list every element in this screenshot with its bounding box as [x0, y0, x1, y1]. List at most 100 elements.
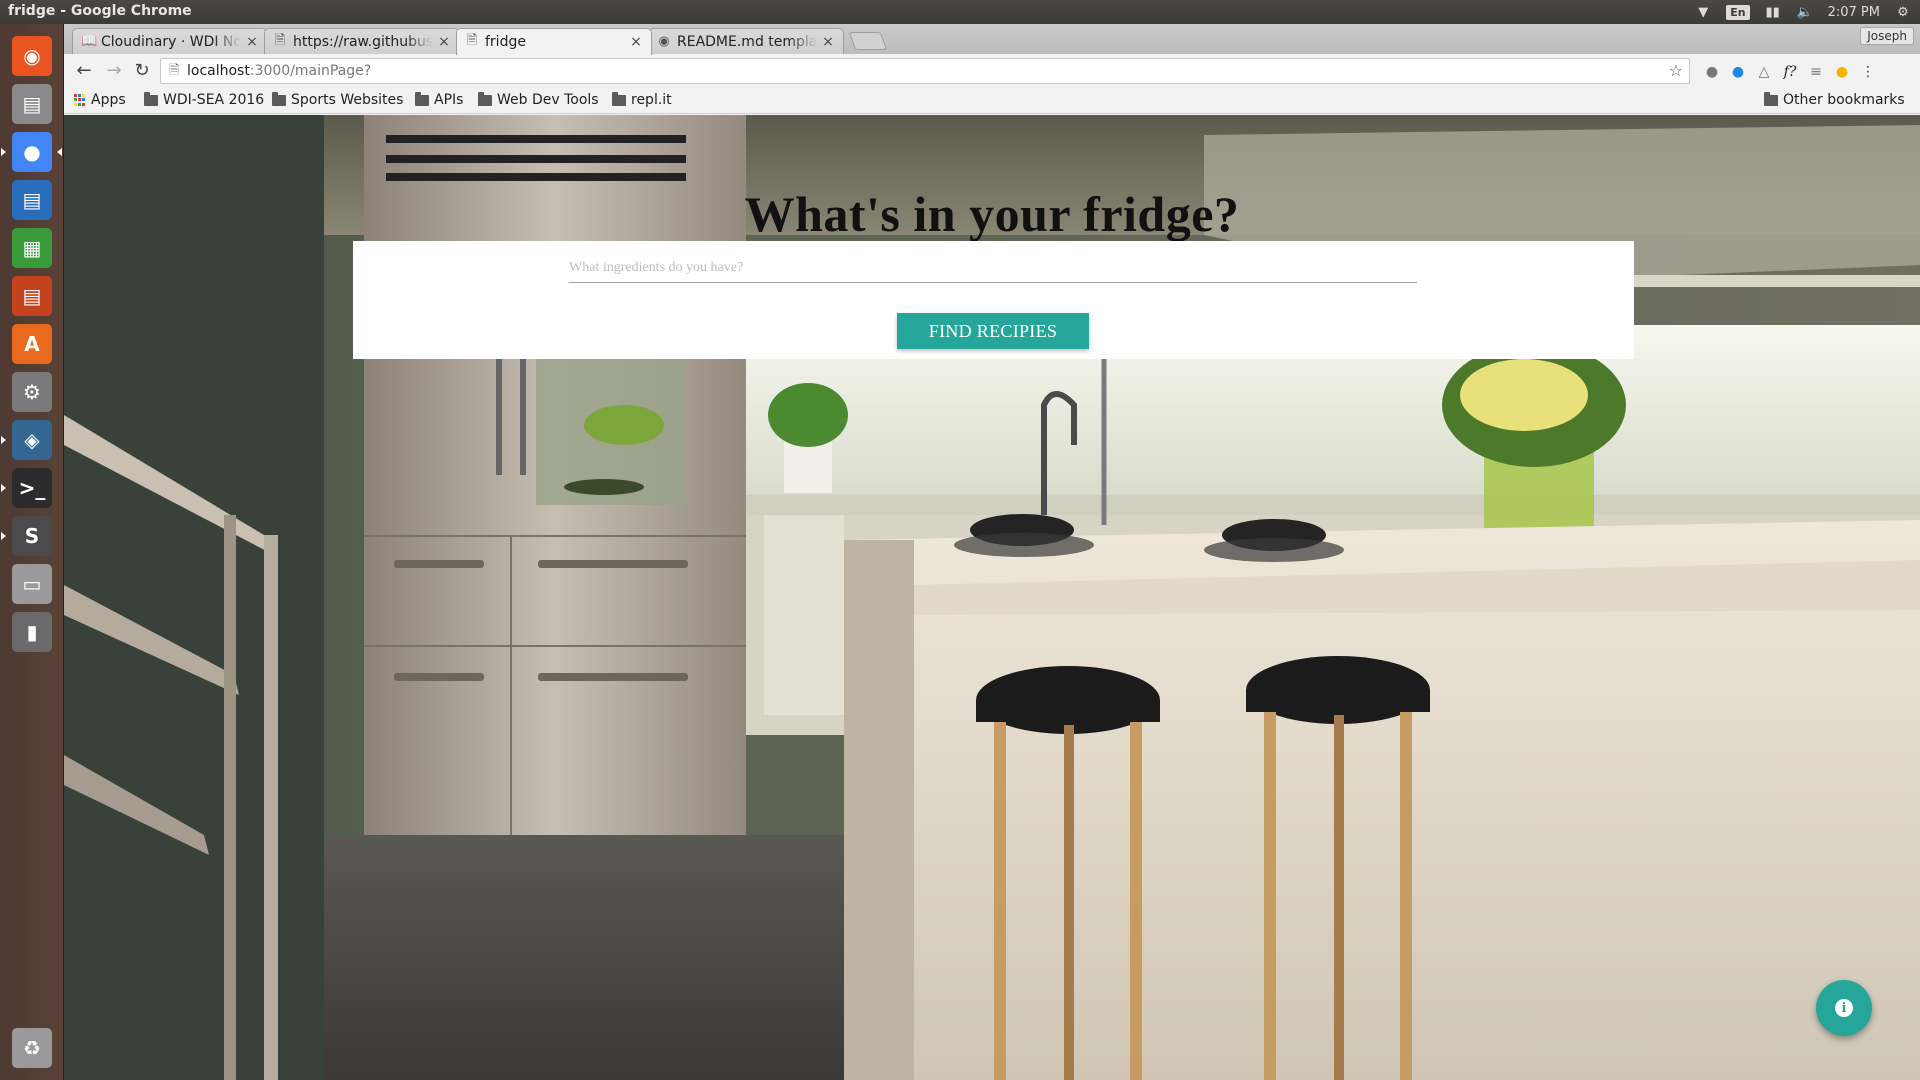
- system-settings-icon[interactable]: ⚙: [8, 368, 56, 416]
- chrome-glyph: ●: [12, 132, 52, 172]
- ingredients-search-input[interactable]: [569, 253, 1417, 283]
- tab-label: Cloudinary · WDI Notes: [101, 33, 241, 50]
- info-icon: i: [1835, 999, 1853, 1017]
- sublime-text-icon[interactable]: S: [1, 512, 56, 560]
- bookmark-star-icon[interactable]: ☆: [1669, 59, 1683, 83]
- bookmark-label: Sports Websites: [291, 92, 404, 108]
- other-bookmarks[interactable]: Other bookmarks: [1764, 91, 1905, 108]
- menu-icon[interactable]: ⋮: [1858, 62, 1878, 82]
- calc-icon[interactable]: ▦: [8, 224, 56, 272]
- tab-readme[interactable]: ◉ README.md template ×: [648, 28, 844, 54]
- page-icon: 🗎: [466, 33, 478, 48]
- impress-glyph: ▤: [12, 276, 52, 316]
- folder-icon: [415, 91, 429, 106]
- impress-icon[interactable]: ▤: [8, 272, 56, 320]
- browser-toolbar: ← → ↻ 🗎 localhost:3000/mainPage? ☆ ● ● △…: [64, 54, 1920, 88]
- keyboard-language-indicator[interactable]: En: [1726, 4, 1750, 20]
- writer-icon[interactable]: ▤: [8, 176, 56, 224]
- writer-glyph: ▤: [12, 180, 52, 220]
- extension-icon[interactable]: ≡: [1806, 62, 1826, 82]
- bookmark-wdi-sea[interactable]: WDI-SEA 2016: [144, 91, 265, 108]
- folder-icon: [144, 91, 158, 106]
- bookmark-sports-websites[interactable]: Sports Websites: [272, 91, 404, 108]
- tab-label: fridge: [485, 34, 526, 50]
- system-top-bar: fridge - Google Chrome ▼ En ▮▮ 🔈 2:07 PM…: [0, 0, 1920, 24]
- terminal-icon[interactable]: >_: [1, 464, 56, 512]
- launcher-bar: ◉ ▤ ● ▤ ▦ ▤ A ⚙ ◈ >_ S ▭ ▮ ♻: [0, 24, 64, 1080]
- find-recipes-button[interactable]: FIND RECIPIES: [897, 313, 1089, 349]
- bookmark-label: WDI-SEA 2016: [163, 92, 265, 108]
- address-bar[interactable]: 🗎 localhost:3000/mainPage? ☆: [160, 58, 1690, 84]
- software-center-glyph: A: [12, 324, 52, 364]
- page-viewport: What's in your fridge? FIND RECIPIES i: [64, 115, 1920, 1080]
- apps-grid-icon: [74, 94, 86, 106]
- focused-indicator: [57, 148, 62, 156]
- close-icon[interactable]: ×: [629, 34, 643, 50]
- volume-muted-icon[interactable]: 🔈: [1796, 5, 1814, 20]
- bookmarks-bar: Apps WDI-SEA 2016 Sports Websites APIs W…: [64, 88, 1920, 114]
- drive-glyph: ▭: [12, 564, 52, 604]
- postgresql-glyph: ◈: [12, 420, 52, 460]
- close-icon[interactable]: ×: [437, 34, 451, 50]
- device-glyph: ▮: [12, 612, 52, 652]
- system-settings-glyph: ⚙: [12, 372, 52, 412]
- browser-window: 📖 Cloudinary · WDI Notes × 🗎 https://raw…: [64, 24, 1920, 1080]
- extension-icon[interactable]: △: [1754, 62, 1774, 82]
- url-path: :3000/mainPage?: [249, 63, 372, 79]
- tab-fridge[interactable]: 🗎 fridge ×: [456, 28, 652, 55]
- bookmark-label: APIs: [434, 92, 464, 108]
- apps-shortcut[interactable]: Apps: [74, 92, 126, 108]
- folder-icon: [478, 91, 492, 106]
- extension-icon[interactable]: ●: [1728, 62, 1748, 82]
- gear-icon[interactable]: ⚙: [1894, 5, 1912, 20]
- sublime-text-glyph: S: [12, 516, 52, 556]
- device-icon[interactable]: ▮: [8, 608, 56, 656]
- files-glyph: ▤: [12, 84, 52, 124]
- folder-icon: [1764, 91, 1778, 106]
- files-icon[interactable]: ▤: [8, 80, 56, 128]
- tab-label: README.md template: [677, 33, 817, 50]
- page-info-icon[interactable]: 🗎: [169, 59, 179, 83]
- extension-icon[interactable]: ●: [1832, 62, 1852, 82]
- folder-icon: [272, 91, 286, 106]
- formula-extension-icon[interactable]: f?: [1780, 62, 1800, 82]
- calc-glyph: ▦: [12, 228, 52, 268]
- bookmark-label: Web Dev Tools: [497, 92, 599, 108]
- software-center-icon[interactable]: A: [8, 320, 56, 368]
- extension-icon[interactable]: ●: [1702, 62, 1722, 82]
- bookmark-web-dev-tools[interactable]: Web Dev Tools: [478, 91, 599, 108]
- drive-icon[interactable]: ▭: [8, 560, 56, 608]
- reload-icon[interactable]: ↻: [130, 60, 154, 82]
- profile-button[interactable]: Joseph: [1860, 27, 1914, 45]
- tab-cloudinary[interactable]: 📖 Cloudinary · WDI Notes ×: [72, 28, 268, 54]
- forward-icon[interactable]: →: [102, 60, 126, 82]
- ubuntu-dash-glyph: ◉: [12, 36, 52, 76]
- page-icon: 🗎: [274, 32, 286, 48]
- bookmark-label: repl.it: [631, 92, 672, 108]
- postgresql-icon[interactable]: ◈: [1, 416, 56, 464]
- tab-label: https://raw.githubusercontent: [293, 33, 433, 50]
- trash-glyph: ♻: [12, 1028, 52, 1068]
- github-icon: ◉: [658, 34, 670, 49]
- running-indicator: [1, 148, 6, 156]
- close-icon[interactable]: ×: [821, 34, 835, 50]
- folder-icon: [612, 91, 626, 106]
- trash-icon[interactable]: ♻: [8, 1024, 56, 1072]
- url-host: localhost: [187, 63, 250, 79]
- wifi-icon[interactable]: ▼: [1694, 5, 1712, 20]
- close-icon[interactable]: ×: [245, 34, 259, 50]
- running-indicator: [1, 436, 6, 444]
- new-tab-button[interactable]: [848, 32, 888, 50]
- bookmark-repl-it[interactable]: repl.it: [612, 91, 672, 108]
- battery-icon[interactable]: ▮▮: [1764, 5, 1782, 20]
- terminal-glyph: >_: [12, 468, 52, 508]
- tab-raw-github[interactable]: 🗎 https://raw.githubusercontent ×: [264, 28, 460, 54]
- ubuntu-dash-icon[interactable]: ◉: [8, 32, 56, 80]
- apps-label: Apps: [91, 92, 126, 108]
- bookmark-apis[interactable]: APIs: [415, 91, 464, 108]
- clock[interactable]: 2:07 PM: [1828, 5, 1880, 20]
- chrome-icon[interactable]: ●: [1, 128, 62, 176]
- info-fab-button[interactable]: i: [1816, 980, 1872, 1036]
- bookmark-label: Other bookmarks: [1783, 92, 1905, 108]
- back-icon[interactable]: ←: [72, 60, 96, 82]
